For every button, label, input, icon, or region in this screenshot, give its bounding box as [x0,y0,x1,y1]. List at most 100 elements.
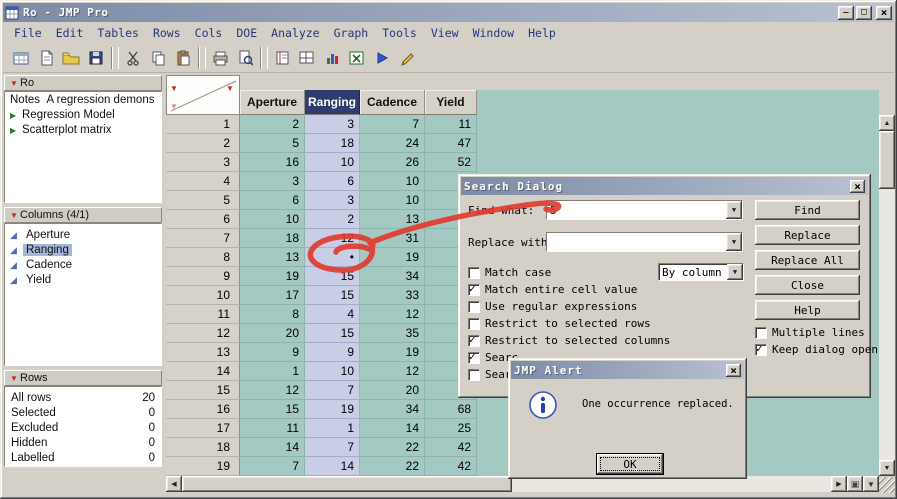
cell-ranging[interactable]: 12 [305,229,360,248]
find-input[interactable] [547,201,726,219]
cell-yield[interactable]: 42 [425,438,477,457]
cell-ranging[interactable]: 10 [305,153,360,172]
replace-button[interactable]: Replace [755,225,860,245]
cell-aperture[interactable]: 15 [240,400,305,419]
cell-ranging[interactable]: 2 [305,210,360,229]
cell-ranging[interactable]: 4 [305,305,360,324]
cell-aperture[interactable]: 8 [240,305,305,324]
cell-cadence[interactable]: 7 [360,115,425,134]
row-number-cell[interactable]: 3 [166,153,240,172]
cell-aperture[interactable]: 1 [240,362,305,381]
column-list-label[interactable]: Ranging [23,244,72,256]
cell-cadence[interactable]: 22 [360,457,425,476]
menu-item[interactable]: Rows [146,24,188,42]
search-option[interactable]: Match entire cell value [468,281,653,298]
resize-grip[interactable] [879,477,895,493]
cell-cadence[interactable]: 12 [360,362,425,381]
checkbox-icon[interactable] [755,327,767,339]
maximize-button[interactable] [856,6,872,20]
vertical-scroll-thumb[interactable] [879,131,895,189]
column-list-item[interactable]: Cadence [5,257,161,272]
replace-input[interactable] [547,233,726,251]
row-number-cell[interactable]: 14 [166,362,240,381]
by-column-dropdown[interactable]: By column [658,263,744,281]
checkbox-icon[interactable] [468,318,480,330]
search-option[interactable]: Match case [468,264,653,281]
replace-dropdown-icon[interactable] [726,233,742,251]
checkbox-icon[interactable] [468,301,480,313]
menu-item[interactable]: Help [521,24,563,42]
cell-ranging[interactable]: 10 [305,362,360,381]
new-script-icon[interactable] [34,46,58,70]
column-list-item[interactable]: Yield [5,272,161,287]
cell-cadence[interactable]: 19 [360,343,425,362]
menu-item[interactable]: Edit [49,24,91,42]
find-combo[interactable] [546,200,743,220]
close-button[interactable] [876,6,892,20]
horizontal-scroll-thumb[interactable] [182,476,512,492]
cell-cadence[interactable]: 31 [360,229,425,248]
row-number-cell[interactable]: 1 [166,115,240,134]
rows-panel-header[interactable]: Rows [4,370,162,386]
scroll-down-icon[interactable] [879,460,895,476]
cell-ranging[interactable]: 7 [305,381,360,400]
row-number-cell[interactable]: 11 [166,305,240,324]
cell-cadence[interactable]: 12 [360,305,425,324]
new-data-table-icon[interactable] [9,46,33,70]
cell-cadence[interactable]: 34 [360,267,425,286]
cell-cadence[interactable]: 24 [360,134,425,153]
cell-cadence[interactable]: 14 [360,419,425,438]
cell-aperture[interactable]: 3 [240,172,305,191]
cell-aperture[interactable]: 7 [240,457,305,476]
layout-icon[interactable] [295,46,319,70]
cell-cadence[interactable]: 19 [360,248,425,267]
checkbox-icon[interactable] [468,335,480,347]
column-header[interactable]: Cadence [360,90,425,115]
open-icon[interactable] [59,46,83,70]
cell-aperture[interactable]: 5 [240,134,305,153]
row-number-cell[interactable]: 4 [166,172,240,191]
menu-item[interactable]: Cols [188,24,230,42]
row-number-cell[interactable]: 18 [166,438,240,457]
scroll-up-icon[interactable] [879,115,895,131]
journal-icon[interactable] [270,46,294,70]
rows-menu-icon[interactable] [168,96,180,114]
search-dialog-close-icon[interactable] [850,180,865,193]
run-triangle-icon[interactable] [10,124,22,136]
table-menu-icon[interactable] [168,78,180,96]
menu-item[interactable]: View [424,24,466,42]
row-number-cell[interactable]: 19 [166,457,240,476]
search-side-option[interactable]: Keep dialog open [755,341,867,358]
column-list-item[interactable]: Ranging [5,242,161,257]
replace-all-button[interactable]: Replace All [755,250,860,270]
row-number-cell[interactable]: 2 [166,134,240,153]
menu-item[interactable]: Graph [327,24,376,42]
row-number-cell[interactable]: 5 [166,191,240,210]
cell-aperture[interactable]: 20 [240,324,305,343]
cell-cadence[interactable]: 33 [360,286,425,305]
checkbox-icon[interactable] [468,267,480,279]
find-dropdown-icon[interactable] [726,201,742,219]
scroll-right-icon[interactable] [831,476,847,492]
column-list-label[interactable]: Cadence [23,259,75,271]
cell-aperture[interactable]: 18 [240,229,305,248]
cell-ranging[interactable]: 7 [305,438,360,457]
cell-ranging[interactable]: 15 [305,286,360,305]
row-number-cell[interactable]: 9 [166,267,240,286]
table-view-widget[interactable] [847,476,863,492]
cell-ranging[interactable]: 1 [305,419,360,438]
cell-ranging[interactable]: 18 [305,134,360,153]
help-button[interactable]: Help [755,300,860,320]
paste-icon[interactable] [171,46,195,70]
disclosure-triangle-icon[interactable] [8,372,20,384]
column-list-label[interactable]: Aperture [23,229,73,241]
row-number-cell[interactable]: 17 [166,419,240,438]
column-list-label[interactable]: Yield [23,274,54,286]
checkbox-icon[interactable] [468,284,480,296]
cell-yield[interactable]: 68 [425,400,477,419]
menu-item[interactable]: DOE [229,24,264,42]
cell-cadence[interactable]: 34 [360,400,425,419]
scroll-left-icon[interactable] [166,476,182,492]
ok-button[interactable]: OK [596,453,664,475]
checkbox-icon[interactable] [755,344,767,356]
